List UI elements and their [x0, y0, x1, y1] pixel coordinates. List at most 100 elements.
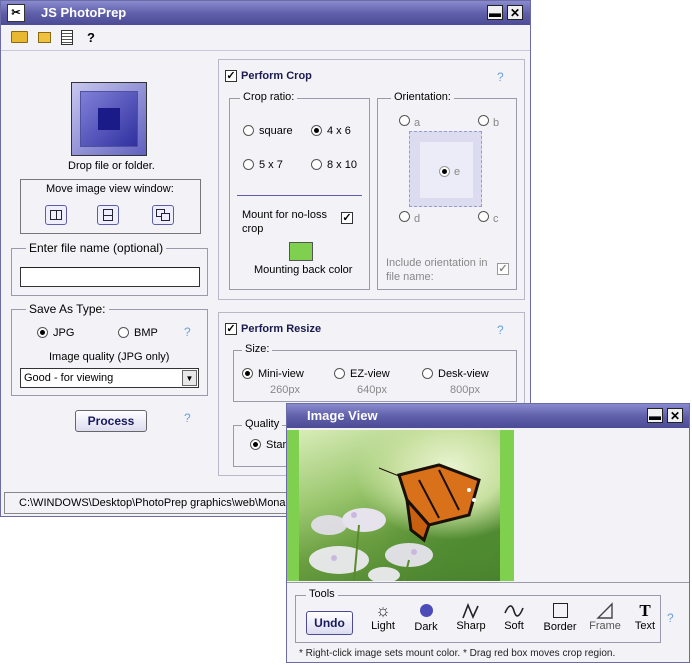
- main-titlebar[interactable]: ✂ JS PhotoPrep ▬ ✕: [1, 1, 530, 25]
- resize-help-button[interactable]: ?: [497, 323, 504, 337]
- bmp-radio[interactable]: [118, 327, 129, 338]
- undo-button[interactable]: Undo: [306, 611, 353, 635]
- dark-tool[interactable]: Dark: [408, 602, 444, 640]
- size-label: Size:: [242, 343, 273, 355]
- image-view-title: Image View: [307, 408, 378, 423]
- image-view-window: Image View ▬ ✕ Tools Undo ☼ Light Dark S…: [286, 403, 690, 663]
- drop-zone[interactable]: [71, 82, 147, 156]
- orientation-b-label: b: [493, 117, 500, 129]
- ratio-4x6-radio[interactable]: [311, 125, 322, 136]
- size-mini-px: 260px: [270, 384, 300, 396]
- orientation-c-radio[interactable]: [478, 211, 489, 222]
- size-ez-px: 640px: [357, 384, 387, 396]
- tools-help-button[interactable]: ?: [667, 611, 674, 625]
- move-view-group: Move image view window:: [20, 179, 201, 234]
- sharp-tool[interactable]: Sharp: [453, 602, 489, 640]
- ratio-5x7-label: 5 x 7: [259, 159, 283, 171]
- image-canvas[interactable]: [287, 428, 689, 582]
- image-view-minimize-button[interactable]: ▬: [647, 408, 663, 423]
- status-path: C:\WINDOWS\Desktop\PhotoPrep graphics\we…: [19, 497, 286, 509]
- split-horizontal-icon: [103, 209, 113, 221]
- crop-ratio-label: Crop ratio:: [240, 91, 298, 103]
- divider: [237, 195, 362, 196]
- orientation-group: Orientation: a b e d c Include orientati…: [377, 91, 517, 290]
- perform-crop-checkbox[interactable]: ✓: [225, 70, 237, 82]
- border-tool[interactable]: Border: [541, 602, 579, 640]
- orientation-e-radio[interactable]: [439, 166, 450, 177]
- help-icon[interactable]: ?: [87, 30, 95, 45]
- crop-help-button[interactable]: ?: [497, 70, 504, 84]
- image-view-titlebar[interactable]: Image View ▬ ✕: [287, 404, 689, 428]
- folder-icon[interactable]: [38, 32, 51, 43]
- include-orientation-checkbox[interactable]: ✓: [497, 263, 509, 275]
- light-tool[interactable]: ☼ Light: [365, 602, 401, 640]
- resize-quality-radio[interactable]: [250, 439, 261, 450]
- split-vertical-button[interactable]: [45, 205, 67, 225]
- orientation-d-radio[interactable]: [399, 211, 410, 222]
- perform-crop-label: Perform Crop: [241, 70, 312, 82]
- size-mini-radio[interactable]: [242, 368, 253, 379]
- document-icon[interactable]: [61, 30, 73, 45]
- butterfly-photo[interactable]: [299, 430, 500, 581]
- size-group: Size: Mini-view 260px EZ-view 640px Desk…: [233, 343, 517, 402]
- tools-group: Tools Undo ☼ Light Dark Sharp Soft Borde…: [295, 588, 662, 643]
- sharp-label: Sharp: [456, 620, 486, 632]
- quality-select[interactable]: Good - for viewing ▼: [20, 368, 199, 388]
- toolbar: ?: [1, 25, 530, 51]
- orientation-c-label: c: [493, 213, 499, 225]
- ratio-square-label: square: [259, 125, 293, 137]
- overlap-button[interactable]: [152, 205, 174, 225]
- ratio-4x6-label: 4 x 6: [327, 125, 351, 137]
- parallelogram-icon: [596, 602, 613, 619]
- mount-border[interactable]: [287, 430, 514, 581]
- size-desk-radio[interactable]: [422, 368, 433, 379]
- image-view-close-button[interactable]: ✕: [667, 408, 683, 423]
- border-label: Border: [543, 621, 577, 633]
- jpg-label: JPG: [53, 327, 75, 339]
- split-vertical-icon: [50, 210, 62, 220]
- orientation-e-label: e: [454, 166, 461, 178]
- orientation-a-radio[interactable]: [399, 115, 410, 126]
- orientation-preview: e: [409, 131, 482, 207]
- ratio-5x7-radio[interactable]: [243, 159, 254, 170]
- save-as-help-button[interactable]: ?: [184, 325, 191, 339]
- frame-tool[interactable]: Frame: [586, 602, 624, 640]
- text-tool[interactable]: T Text: [628, 602, 662, 640]
- chevron-down-icon[interactable]: ▼: [182, 370, 197, 386]
- frame-label: Frame: [589, 620, 621, 632]
- mount-color-swatch[interactable]: [289, 242, 313, 261]
- resize-quality-label: Quality: [242, 418, 283, 430]
- orientation-b-radio[interactable]: [478, 115, 489, 126]
- ratio-square-radio[interactable]: [243, 125, 254, 136]
- include-orientation-label-2: file name:: [386, 271, 434, 283]
- mount-label-2: crop: [242, 223, 264, 235]
- split-horizontal-button[interactable]: [97, 205, 119, 225]
- save-as-label: Save As Type:: [26, 302, 109, 316]
- mount-checkbox[interactable]: ✓: [341, 212, 353, 224]
- tools-label: Tools: [306, 588, 338, 600]
- crop-panel: ✓ Perform Crop ? Crop ratio: square 4 x …: [218, 59, 525, 300]
- square-icon: [552, 603, 568, 618]
- process-help-button[interactable]: ?: [184, 411, 191, 425]
- open-folder-icon[interactable]: [11, 31, 28, 43]
- process-button[interactable]: Process: [75, 410, 147, 432]
- orientation-d-label: d: [414, 213, 421, 225]
- close-button[interactable]: ✕: [507, 5, 523, 20]
- perform-resize-checkbox[interactable]: ✓: [225, 323, 237, 335]
- size-ez-label: EZ-view: [350, 368, 390, 380]
- minimize-button[interactable]: ▬: [487, 5, 503, 20]
- jpg-radio[interactable]: [37, 327, 48, 338]
- save-as-group: Save As Type: JPG BMP ? Image quality (J…: [11, 302, 208, 396]
- size-mini-label: Mini-view: [258, 368, 304, 380]
- tools-area: Tools Undo ☼ Light Dark Sharp Soft Borde…: [287, 582, 689, 662]
- crop-ratio-group: Crop ratio: square 4 x 6 5 x 7 8 x 10 Mo…: [229, 91, 370, 290]
- file-name-input[interactable]: [20, 267, 200, 287]
- size-ez-radio[interactable]: [334, 368, 345, 379]
- mount-label: Mount for no-loss: [242, 209, 327, 221]
- soft-tool[interactable]: Soft: [496, 602, 532, 640]
- soft-label: Soft: [504, 620, 524, 632]
- window-title: JS PhotoPrep: [41, 5, 127, 20]
- drop-label: Drop file or folder.: [68, 160, 155, 172]
- mount-color-label: Mounting back color: [254, 264, 353, 276]
- ratio-8x10-radio[interactable]: [311, 159, 322, 170]
